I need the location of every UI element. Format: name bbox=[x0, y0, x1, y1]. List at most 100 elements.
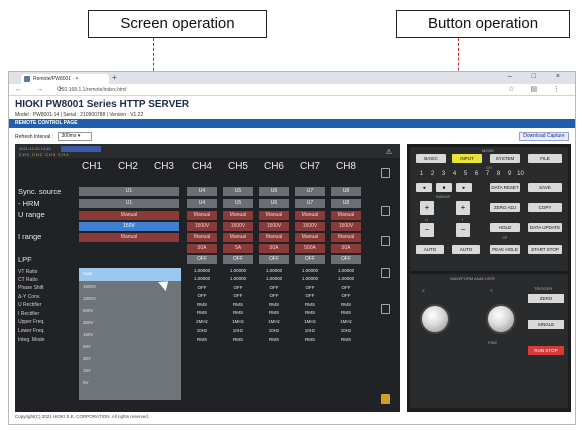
value-cell[interactable]: OFF bbox=[295, 285, 325, 290]
value-cell[interactable]: RMS bbox=[223, 310, 253, 315]
y-knob[interactable] bbox=[486, 304, 516, 334]
sync-source-cell[interactable]: U7 bbox=[295, 187, 325, 196]
value-cell[interactable]: OFF bbox=[331, 293, 361, 298]
i-range-cell[interactable]: Manual bbox=[187, 233, 217, 242]
value-cell[interactable]: 1.00000 bbox=[187, 276, 217, 281]
file-button[interactable]: FILE bbox=[528, 154, 562, 163]
toolbar-icons[interactable]: ☆ ▤ ⋮ bbox=[508, 85, 567, 93]
sync-source-cell[interactable]: U6 bbox=[259, 187, 289, 196]
value-cell[interactable]: 1MHz bbox=[295, 319, 325, 324]
value-cell[interactable]: RMS bbox=[331, 310, 361, 315]
u-range-cell[interactable]: Manual bbox=[187, 211, 217, 220]
sync-source-cell[interactable]: U5 bbox=[223, 187, 253, 196]
copy-button[interactable]: COPY bbox=[528, 203, 562, 212]
ch-number-key[interactable]: 10 bbox=[515, 171, 526, 177]
system-button[interactable]: SYSTEM bbox=[490, 154, 520, 163]
single-button[interactable]: SINGLE bbox=[528, 320, 564, 329]
i-range-cell[interactable]: Manual bbox=[259, 233, 289, 242]
auto-i-button[interactable]: AUTO bbox=[452, 245, 480, 254]
u-range-value-cell[interactable]: 1500V bbox=[187, 222, 217, 231]
basic-button[interactable]: BASIC bbox=[416, 154, 446, 163]
value-cell[interactable]: 1.00000 bbox=[223, 268, 253, 273]
u-range-value-cell[interactable]: 1500V bbox=[331, 222, 361, 231]
zero-button[interactable]: ZERO bbox=[528, 294, 564, 303]
value-cell[interactable]: RMS bbox=[295, 310, 325, 315]
value-cell[interactable]: 10Hz bbox=[295, 328, 325, 333]
u-range-cell[interactable]: Manual bbox=[295, 211, 325, 220]
i-range-value-cell[interactable]: 500A bbox=[295, 244, 325, 253]
value-cell[interactable]: RMS bbox=[223, 337, 253, 342]
value-cell[interactable]: 1MHz bbox=[259, 319, 289, 324]
value-cell[interactable]: 1.00000 bbox=[259, 268, 289, 273]
value-cell[interactable]: OFF bbox=[187, 285, 217, 290]
value-cell[interactable]: 1.00000 bbox=[187, 268, 217, 273]
u-range-value-cell[interactable]: 150V bbox=[79, 222, 179, 231]
lpf-cell[interactable]: OFF bbox=[331, 255, 361, 264]
value-cell[interactable]: RMS bbox=[187, 337, 217, 342]
hrm-cell[interactable]: U8 bbox=[331, 199, 361, 208]
side-view-icon[interactable] bbox=[381, 206, 390, 216]
refresh-select[interactable]: 300ms ▾ bbox=[58, 132, 93, 141]
value-cell[interactable]: 10Hz bbox=[259, 328, 289, 333]
value-cell[interactable]: 1.00000 bbox=[259, 276, 289, 281]
ch-number-key[interactable]: 5 bbox=[460, 171, 471, 177]
lpf-cell[interactable]: OFF bbox=[295, 255, 325, 264]
data-update-button[interactable]: DATA UPDATE bbox=[528, 223, 562, 232]
left-arrow-button[interactable]: ◄ bbox=[416, 183, 432, 192]
dropdown-item[interactable]: 150V bbox=[83, 332, 94, 337]
i-range-value-cell[interactable]: 50A bbox=[187, 244, 217, 253]
dropdown-item[interactable]: 6V bbox=[83, 380, 89, 385]
hrm-cell[interactable]: U1 bbox=[79, 199, 179, 208]
dropdown-item[interactable]: 300V bbox=[83, 320, 94, 325]
side-view-icon[interactable] bbox=[381, 168, 390, 178]
sync-source-cell[interactable]: U4 bbox=[187, 187, 217, 196]
u-range-cell[interactable]: Manual bbox=[223, 211, 253, 220]
value-cell[interactable]: OFF bbox=[259, 293, 289, 298]
data-reset-button[interactable]: DATA RESET bbox=[490, 183, 520, 192]
run-stop-button[interactable]: RUN STOP bbox=[528, 346, 564, 355]
value-cell[interactable]: 2MHz bbox=[187, 319, 217, 324]
peak-hold-button[interactable]: PEAK HOLD bbox=[490, 245, 520, 254]
i-plus-button[interactable]: + bbox=[456, 201, 470, 215]
auto-u-button[interactable]: AUTO bbox=[416, 245, 444, 254]
value-cell[interactable]: RMS bbox=[259, 310, 289, 315]
value-cell[interactable]: RMS bbox=[223, 302, 253, 307]
u-range-value-cell[interactable]: 1500V bbox=[223, 222, 253, 231]
ok-button[interactable]: ■ bbox=[436, 183, 452, 192]
value-cell[interactable]: RMS bbox=[259, 302, 289, 307]
value-cell[interactable]: OFF bbox=[331, 285, 361, 290]
value-cell[interactable]: OFF bbox=[259, 285, 289, 290]
tool-icon[interactable] bbox=[381, 394, 390, 404]
i-range-value-cell[interactable]: 5A bbox=[223, 244, 253, 253]
download-capture-button[interactable]: Download Capture bbox=[519, 132, 569, 141]
x-knob[interactable] bbox=[420, 304, 450, 334]
hrm-cell[interactable]: U7 bbox=[295, 199, 325, 208]
right-arrow-button[interactable]: ► bbox=[456, 183, 472, 192]
dropdown-item[interactable]: 1000V bbox=[83, 296, 96, 301]
i-range-value-cell[interactable]: 50A bbox=[331, 244, 361, 253]
dropdown-item[interactable]: 60V bbox=[83, 344, 91, 349]
u-range-cell[interactable]: Manual bbox=[331, 211, 361, 220]
ch-number-key[interactable]: 1 bbox=[416, 171, 427, 177]
hrm-cell[interactable]: U4 bbox=[187, 199, 217, 208]
u-range-cell[interactable]: Manual bbox=[79, 211, 179, 220]
zero-adj-button[interactable]: ZERO ADJ bbox=[490, 203, 520, 212]
value-cell[interactable]: OFF bbox=[223, 285, 253, 290]
value-cell[interactable]: RMS bbox=[295, 302, 325, 307]
u-range-cell[interactable]: Manual bbox=[259, 211, 289, 220]
value-cell[interactable]: RMS bbox=[295, 337, 325, 342]
u-minus-button[interactable]: − bbox=[420, 223, 434, 237]
u-range-value-cell[interactable]: 1500V bbox=[295, 222, 325, 231]
value-cell[interactable]: OFF bbox=[295, 293, 325, 298]
value-cell[interactable]: 1MHz bbox=[331, 319, 361, 324]
dropdown-item[interactable]: 30V bbox=[83, 356, 91, 361]
ch-number-key[interactable]: 3 bbox=[438, 171, 449, 177]
ch-number-key[interactable]: 9 bbox=[504, 171, 515, 177]
url-field[interactable]: 192.168.1.1/remote/index.html bbox=[59, 86, 359, 94]
lpf-cell[interactable]: OFF bbox=[187, 255, 217, 264]
sync-source-cell[interactable]: U8 bbox=[331, 187, 361, 196]
value-cell[interactable]: 1MHz bbox=[223, 319, 253, 324]
value-cell[interactable]: OFF bbox=[187, 293, 217, 298]
value-cell[interactable]: 1.00000 bbox=[331, 268, 361, 273]
ch-number-key[interactable]: 8 bbox=[493, 171, 504, 177]
